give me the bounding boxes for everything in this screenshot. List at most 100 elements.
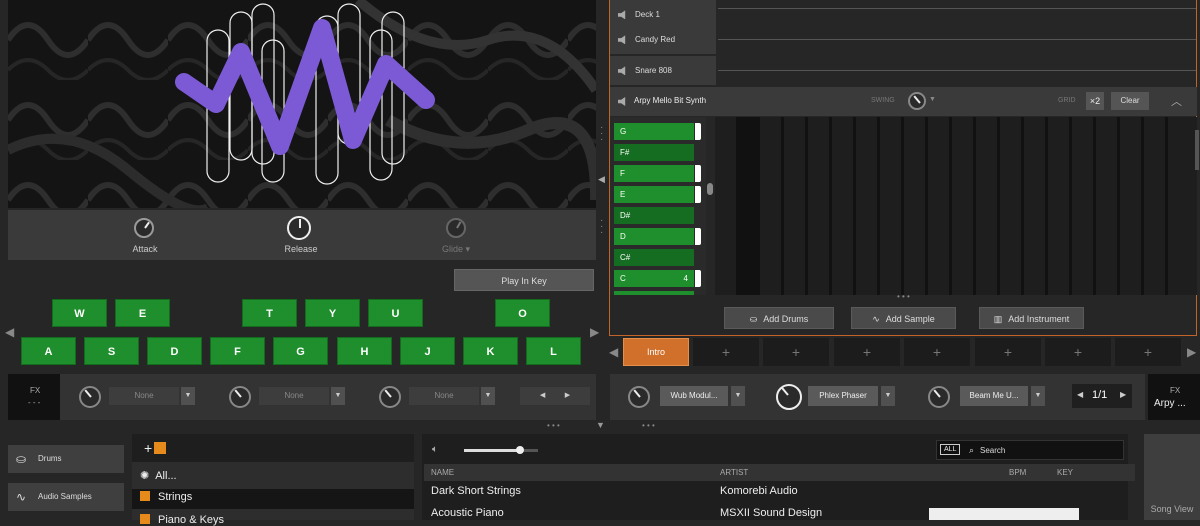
- splitter-handle-bottom[interactable]: · · ·: [600, 216, 603, 238]
- fx-slot-3[interactable]: None: [409, 387, 479, 405]
- category-all[interactable]: ✺ All...: [140, 469, 177, 482]
- fx-slot-wub[interactable]: Wub Modul...: [660, 386, 728, 406]
- fx-page-next-icon[interactable]: ▶: [1120, 390, 1126, 399]
- glide-label[interactable]: Glide ▾: [426, 244, 486, 255]
- key-l[interactable]: L: [526, 337, 581, 365]
- piano-key-c-sharp[interactable]: C#: [614, 249, 694, 266]
- panel-handle[interactable]: • • •: [547, 421, 560, 430]
- scene-left-arrow-icon[interactable]: ◀: [609, 345, 618, 359]
- row-hover-toolbar[interactable]: [929, 508, 1079, 520]
- add-drums-button[interactable]: ⛀ Add Drums: [724, 307, 834, 329]
- grid-value-button[interactable]: ×2: [1086, 92, 1104, 110]
- speaker-icon[interactable]: [618, 10, 626, 20]
- note-grid[interactable]: [715, 117, 1197, 295]
- fx-knob-1[interactable]: [79, 386, 101, 408]
- key-g[interactable]: G: [273, 337, 328, 365]
- scene-empty-slot[interactable]: +: [904, 338, 970, 366]
- active-track-header[interactable]: Arpy Mello Bit Synth SWING ▼ GRID ×2 Cle…: [610, 87, 1197, 116]
- key-o[interactable]: O: [495, 299, 550, 327]
- fx-slot-2[interactable]: None: [259, 387, 329, 405]
- grid-resize-handle[interactable]: • • •: [897, 292, 910, 301]
- category-strings[interactable]: Strings: [140, 491, 192, 503]
- scene-empty-slot[interactable]: +: [1115, 338, 1181, 366]
- column-name[interactable]: NAME: [424, 464, 718, 481]
- search-input[interactable]: Search: [980, 446, 1005, 455]
- fx-knob-wub[interactable]: [628, 386, 650, 408]
- glide-knob[interactable]: [446, 218, 466, 238]
- key-t[interactable]: T: [242, 299, 297, 327]
- add-sample-button[interactable]: ∿ Add Sample: [851, 307, 956, 329]
- key-k[interactable]: K: [463, 337, 518, 365]
- attack-knob[interactable]: [134, 218, 154, 238]
- key-e[interactable]: E: [115, 299, 170, 327]
- fx-slot-2-dropdown[interactable]: ▼: [331, 387, 345, 405]
- key-a[interactable]: A: [21, 337, 76, 365]
- key-f[interactable]: F: [210, 337, 265, 365]
- fx-slot-phlex[interactable]: Phlex Phaser: [808, 386, 878, 406]
- browser-drums-button[interactable]: ⛀ Drums: [8, 445, 124, 473]
- play-in-key-button[interactable]: Play In Key: [454, 269, 594, 291]
- browser-audio-samples-button[interactable]: ∿ Audio Samples: [8, 483, 124, 511]
- fx-slot-1[interactable]: None: [109, 387, 179, 405]
- scene-right-arrow-icon[interactable]: ▶: [1187, 345, 1196, 359]
- column-artist[interactable]: ARTIST: [713, 464, 1007, 481]
- scene-intro[interactable]: Intro: [623, 338, 689, 366]
- swing-knob[interactable]: [908, 92, 926, 110]
- piano-key-c[interactable]: C 4: [614, 270, 694, 287]
- fx-page-prev-icon[interactable]: ◀: [1077, 390, 1083, 399]
- scene-empty-slot[interactable]: +: [763, 338, 829, 366]
- track-row-candy-red[interactable]: Candy Red: [610, 25, 716, 54]
- speaker-icon[interactable]: [618, 66, 626, 76]
- collapse-left-icon[interactable]: ◀: [598, 174, 605, 185]
- key-w[interactable]: W: [52, 299, 107, 327]
- key-y[interactable]: Y: [305, 299, 360, 327]
- splitter-handle-top[interactable]: · · ·: [600, 123, 603, 145]
- keys-right-arrow-icon[interactable]: ▶: [590, 325, 599, 339]
- column-key[interactable]: KEY: [1050, 464, 1135, 481]
- release-knob[interactable]: [287, 216, 311, 240]
- fx-knob-3[interactable]: [379, 386, 401, 408]
- panel-handle[interactable]: • • •: [642, 421, 655, 430]
- fx-slot-beam-dropdown[interactable]: ▼: [1031, 386, 1045, 406]
- key-u[interactable]: U: [368, 299, 423, 327]
- collapse-up-icon[interactable]: ︿: [1171, 93, 1182, 109]
- sequencer-scrollbar[interactable]: [1195, 130, 1199, 170]
- key-j[interactable]: J: [400, 337, 455, 365]
- scene-empty-slot[interactable]: +: [834, 338, 900, 366]
- speaker-icon[interactable]: [618, 35, 626, 45]
- piano-key-d[interactable]: D: [614, 228, 694, 245]
- clear-button[interactable]: Clear: [1111, 92, 1149, 110]
- fx-knob-2[interactable]: [229, 386, 251, 408]
- search-box[interactable]: ALL ⌕ Search: [936, 440, 1124, 460]
- scene-empty-slot[interactable]: +: [693, 338, 759, 366]
- fx-slot-phlex-dropdown[interactable]: ▼: [881, 386, 895, 406]
- preview-volume-slider[interactable]: [464, 446, 538, 454]
- piano-key-f[interactable]: F: [614, 165, 694, 182]
- piano-key-e[interactable]: E: [614, 186, 694, 203]
- fx-label-box[interactable]: FX - - -: [8, 374, 60, 420]
- fx-slot-1-dropdown[interactable]: ▼: [181, 387, 195, 405]
- add-instrument-button[interactable]: ▥ Add Instrument: [979, 307, 1084, 329]
- fx-knob-phlex[interactable]: [776, 384, 802, 410]
- fx-slot-3-dropdown[interactable]: ▼: [481, 387, 495, 405]
- key-s[interactable]: S: [84, 337, 139, 365]
- fx-slot-beam[interactable]: Beam Me U...: [960, 386, 1028, 406]
- piano-key-f-sharp[interactable]: F#: [614, 144, 694, 161]
- key-d[interactable]: D: [147, 337, 202, 365]
- instrument-fx-box[interactable]: FX Arpy ...: [1148, 374, 1200, 420]
- collapse-down-icon[interactable]: ▼: [596, 420, 605, 430]
- table-row[interactable]: Dark Short Strings Komorebi Audio: [422, 482, 1128, 503]
- category-piano[interactable]: Piano & Keys: [140, 514, 224, 526]
- piano-key-g[interactable]: G: [614, 123, 694, 140]
- fx-knob-beam[interactable]: [928, 386, 950, 408]
- search-all-toggle[interactable]: ALL: [940, 444, 961, 455]
- key-h[interactable]: H: [337, 337, 392, 365]
- piano-roll-scroll-handle[interactable]: [707, 183, 713, 195]
- song-view-button[interactable]: Song View: [1144, 434, 1200, 520]
- scene-empty-slot[interactable]: +: [1045, 338, 1111, 366]
- add-pack-icon[interactable]: +: [144, 440, 174, 456]
- speaker-icon[interactable]: [618, 97, 626, 106]
- volume-icon[interactable]: 🔈︎: [432, 444, 438, 455]
- piano-key-d-sharp[interactable]: D#: [614, 207, 694, 224]
- keys-left-arrow-icon[interactable]: ◀: [5, 325, 14, 339]
